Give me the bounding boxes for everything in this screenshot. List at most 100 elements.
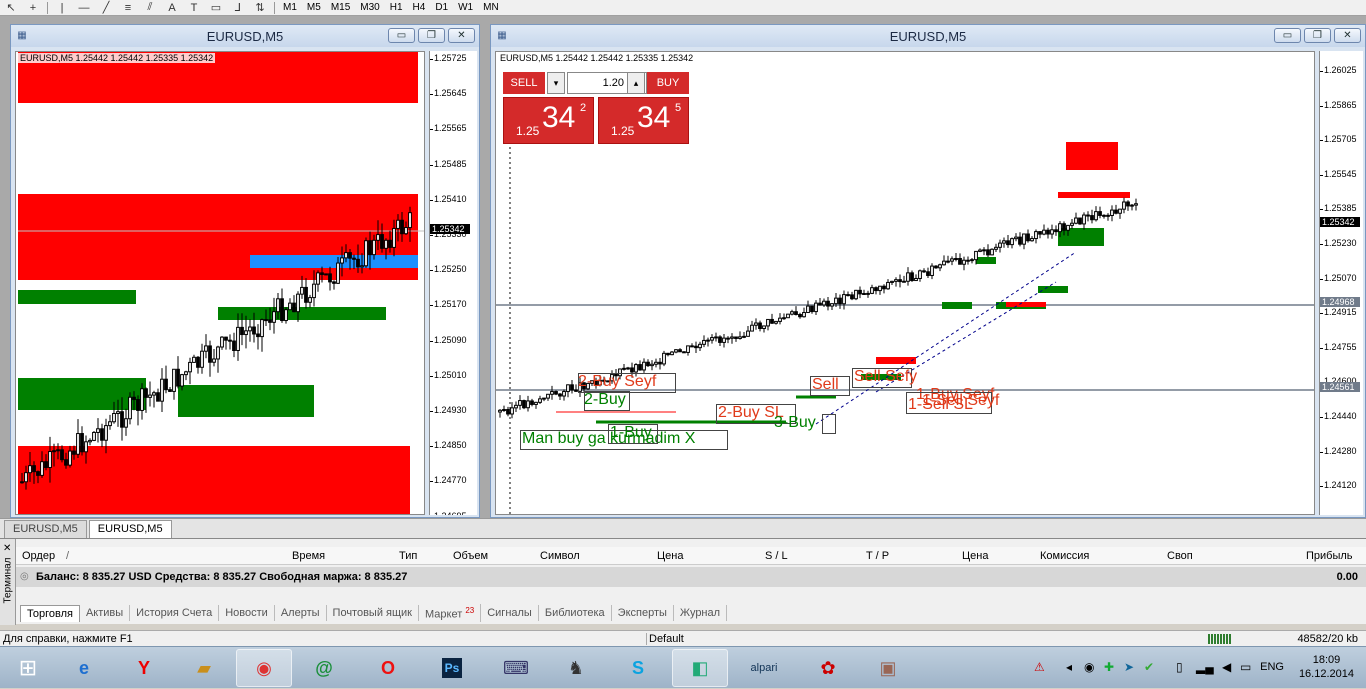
candle-body xyxy=(397,220,400,228)
channel-icon[interactable]: ⫽ xyxy=(139,1,161,15)
chart-window-title[interactable]: ▦ EURUSD,M5 ▭ ❐ ✕ xyxy=(11,25,479,47)
col-price[interactable]: Цена xyxy=(657,550,683,562)
tab-mailbox[interactable]: Почтовый ящик xyxy=(327,605,419,621)
col-sl[interactable]: S / L xyxy=(765,550,788,562)
start-button[interactable]: ⊞ xyxy=(0,649,56,687)
buy-price-button[interactable]: 1.25 34 5 xyxy=(598,97,689,144)
monitor-icon[interactable]: ▭ xyxy=(1240,660,1251,674)
col-order[interactable]: Ордер xyxy=(22,550,55,562)
candle-body xyxy=(551,392,554,395)
tab-alerts[interactable]: Алерты xyxy=(275,605,327,621)
chrome-task[interactable]: ◉ xyxy=(236,649,292,687)
plus-icon[interactable]: ✚ xyxy=(1104,660,1114,674)
tab-news[interactable]: Новости xyxy=(219,605,275,621)
balance-row[interactable]: ◎ Баланс: 8 835.27 USD Средства: 8 835.2… xyxy=(16,567,1366,587)
col-type[interactable]: Тип xyxy=(399,550,417,562)
rectangle-icon[interactable]: ▭ xyxy=(205,1,227,15)
col-tp[interactable]: T / P xyxy=(866,550,889,562)
tf-m1[interactable]: M1 xyxy=(278,1,302,15)
tab-trade[interactable]: Торговля xyxy=(20,605,80,622)
price-axis-right[interactable]: 1.260251.258651.257051.255451.253851.252… xyxy=(1319,51,1363,515)
tf-m30[interactable]: M30 xyxy=(355,1,384,15)
chart-tab[interactable]: EURUSD,M5 xyxy=(4,520,87,538)
chart-plot-left[interactable]: EURUSD,M5 1.25442 1.25442 1.25335 1.2534… xyxy=(15,51,425,515)
telegram-icon[interactable]: ➤ xyxy=(1124,660,1134,674)
show-hidden-icon[interactable]: ◂ xyxy=(1066,660,1072,674)
minimize-button[interactable]: ▭ xyxy=(388,28,415,43)
yandex-task[interactable]: Y xyxy=(116,649,172,687)
ie-task[interactable]: e xyxy=(56,649,112,687)
arrows-icon[interactable]: ⇅ xyxy=(249,1,271,15)
candle-body xyxy=(987,250,990,255)
tab-assets[interactable]: Активы xyxy=(80,605,130,621)
clock[interactable]: 18:09 16.12.2014 xyxy=(1299,653,1354,681)
chart-window-title[interactable]: ▦ EURUSD,M5 ▭ ❐ ✕ xyxy=(491,25,1365,47)
app2-task[interactable]: ▣ xyxy=(860,649,916,687)
photoshop-task[interactable]: Ps xyxy=(424,649,480,687)
maximize-button[interactable]: ❐ xyxy=(1304,28,1331,43)
buy-button[interactable]: BUY xyxy=(647,72,689,94)
signal-icon[interactable]: ▂▄ xyxy=(1196,660,1214,674)
sell-button[interactable]: SELL xyxy=(503,72,545,94)
tf-w1[interactable]: W1 xyxy=(453,1,478,15)
crosshair-icon[interactable]: + xyxy=(22,1,44,15)
close-button[interactable]: ✕ xyxy=(1334,28,1361,43)
candle-body xyxy=(691,346,694,347)
keyboard-task[interactable]: ⌨ xyxy=(488,649,544,687)
col-commission[interactable]: Комиссия xyxy=(1040,550,1089,562)
sell-price-button[interactable]: 1.25 34 2 xyxy=(503,97,594,144)
maximize-button[interactable]: ❐ xyxy=(418,28,445,43)
check-icon[interactable]: ✔ xyxy=(1144,660,1154,674)
label-icon[interactable]: T xyxy=(183,1,205,15)
opera-task[interactable]: O xyxy=(360,649,416,687)
alpari-task[interactable]: alpari xyxy=(736,649,792,687)
tf-m5[interactable]: M5 xyxy=(302,1,326,15)
eye-icon[interactable]: ◉ xyxy=(1084,660,1094,674)
app-task[interactable]: ✿ xyxy=(800,649,856,687)
tf-d1[interactable]: D1 xyxy=(430,1,453,15)
horizontal-line-icon[interactable]: — xyxy=(73,1,95,15)
col-profit[interactable]: Прибыль xyxy=(1306,550,1353,562)
close-button[interactable]: ✕ xyxy=(448,28,475,43)
chart-window-left[interactable]: ▦ EURUSD,M5 ▭ ❐ ✕ EURUSD,M5 1.25442 xyxy=(10,24,480,518)
vertical-line-icon[interactable]: | xyxy=(51,1,73,15)
gann-icon[interactable]: ⅃ xyxy=(227,1,249,15)
lot-increase-button[interactable]: ▴ xyxy=(627,72,645,94)
language-indicator[interactable]: ENG xyxy=(1260,661,1284,673)
tab-journal[interactable]: Журнал xyxy=(674,605,727,621)
alert-icon[interactable]: ⚠ xyxy=(1034,660,1045,674)
tab-market[interactable]: Маркет 23 xyxy=(419,604,481,623)
text-icon[interactable]: A xyxy=(161,1,183,15)
col-price2[interactable]: Цена xyxy=(962,550,988,562)
metatrader-task[interactable]: ◧ xyxy=(672,649,728,687)
col-volume[interactable]: Объем xyxy=(453,550,488,562)
battery-icon[interactable]: ▯ xyxy=(1176,660,1183,674)
tab-experts[interactable]: Эксперты xyxy=(612,605,674,621)
skype-task[interactable]: S xyxy=(610,649,666,687)
tf-mn[interactable]: MN xyxy=(478,1,504,15)
tf-h1[interactable]: H1 xyxy=(385,1,408,15)
lot-decrease-button[interactable]: ▾ xyxy=(547,72,565,94)
trendline-icon[interactable]: ╱ xyxy=(95,1,117,15)
price-axis-left[interactable]: 1.257251.256451.255651.254851.254101.253… xyxy=(429,51,477,515)
col-symbol[interactable]: Символ xyxy=(540,550,580,562)
tab-history[interactable]: История Счета xyxy=(130,605,219,621)
price-tick: 1.25250 xyxy=(434,264,467,274)
explorer-task[interactable]: ▰ xyxy=(176,649,232,687)
candle-body xyxy=(559,394,562,396)
mail-agent-task[interactable]: @ xyxy=(296,649,352,687)
tf-h4[interactable]: H4 xyxy=(408,1,431,15)
profile-name[interactable]: Default xyxy=(646,633,684,645)
cursor-icon[interactable]: ↖ xyxy=(0,1,22,15)
fibo-icon[interactable]: ≡ xyxy=(117,1,139,15)
tab-signals[interactable]: Сигналы xyxy=(481,605,539,621)
volume-icon[interactable]: ◀ xyxy=(1222,660,1231,674)
chart-tab-active[interactable]: EURUSD,M5 xyxy=(89,520,172,538)
candle-body xyxy=(213,359,216,362)
col-time[interactable]: Время xyxy=(292,550,325,562)
col-swap[interactable]: Своп xyxy=(1167,550,1193,562)
game-task[interactable]: ♞ xyxy=(548,649,604,687)
tab-library[interactable]: Библиотека xyxy=(539,605,612,621)
tf-m15[interactable]: M15 xyxy=(326,1,355,15)
minimize-button[interactable]: ▭ xyxy=(1274,28,1301,43)
